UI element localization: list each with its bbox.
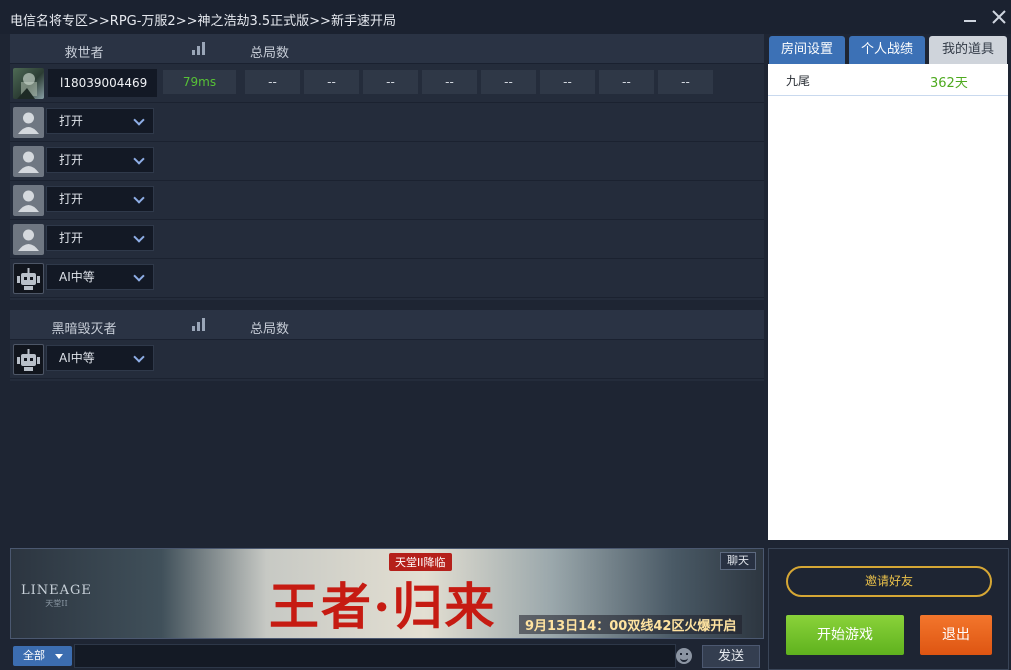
stat-cell: -- [599, 70, 654, 94]
action-panel: 邀请好友 开始游戏 退出 [768, 548, 1009, 670]
slot-select-value: 打开 [59, 114, 84, 128]
ai-level-select[interactable]: AI中等 [46, 345, 154, 371]
invite-friends-button[interactable]: 邀请好友 [786, 566, 992, 597]
chevron-down-icon [133, 227, 145, 249]
slot-select[interactable]: 打开 [46, 225, 154, 251]
empty-avatar-icon [13, 185, 44, 216]
slot-row: AI中等 [10, 340, 764, 379]
stat-cell: -- [540, 70, 595, 94]
slot-row: 打开 [10, 220, 764, 259]
player-row: l18039004469 79ms -- -- -- -- -- -- -- -… [10, 64, 764, 103]
tab-personal-record[interactable]: 个人战绩 [849, 36, 925, 64]
games-count-label: 总局数 [250, 322, 290, 337]
items-panel [768, 34, 1008, 540]
stat-cell: -- [481, 70, 536, 94]
team-panel-2: 黑暗毁灭者 总局数 AI中等 [10, 310, 764, 381]
item-name: 九尾 [786, 74, 811, 88]
caret-down-icon [55, 654, 63, 659]
team-header: 救世者 总局数 [10, 34, 764, 64]
stat-cell: -- [304, 70, 359, 94]
game-room-window: 电信名将专区>>RPG-万服2>>神之浩劫3.5正式版>>新手速开局 救世者 总… [0, 0, 1011, 670]
stat-cell: -- [658, 70, 713, 94]
slot-row: 打开 [10, 181, 764, 220]
player-name: l18039004469 [48, 69, 157, 97]
team-name: 黑暗毁灭者 [51, 322, 117, 337]
chevron-down-icon [133, 149, 145, 171]
ping-value: 79ms [163, 70, 236, 94]
team-panel-1: 救世者 总局数 l18039004469 79ms -- -- -- -- --… [10, 34, 764, 300]
empty-avatar-icon [13, 224, 44, 255]
chevron-down-icon [133, 188, 145, 210]
slot-row: AI中等 [10, 259, 764, 298]
team-header: 黑暗毁灭者 总局数 [10, 310, 764, 340]
banner-date: 9月13日14：00双线42区火爆开启 [519, 615, 743, 634]
minimize-icon[interactable] [959, 6, 981, 28]
chevron-down-icon [133, 266, 145, 288]
slot-row: 打开 [10, 103, 764, 142]
slot-select[interactable]: 打开 [46, 108, 154, 134]
slot-select-value: AI中等 [59, 270, 95, 284]
team-name: 救世者 [64, 46, 104, 61]
stat-cell: -- [363, 70, 418, 94]
quit-button[interactable]: 退出 [920, 615, 992, 655]
start-game-button[interactable]: 开始游戏 [786, 615, 904, 655]
chat-channel-select[interactable]: 全部 [13, 646, 72, 666]
right-tabs: 房间设置 个人战绩 我的道具 [768, 34, 1008, 64]
lineage-logo: LINEAGE 天堂II [21, 583, 92, 609]
robot-icon [13, 344, 44, 375]
slot-select[interactable]: 打开 [46, 186, 154, 212]
empty-avatar-icon [13, 146, 44, 177]
banner-brand-sub: 天堂II [45, 599, 68, 608]
tab-my-items[interactable]: 我的道具 [929, 36, 1007, 64]
breadcrumb: 电信名将专区>>RPG-万服2>>神之浩劫3.5正式版>>新手速开局 [10, 14, 396, 29]
list-item[interactable]: 九尾 362天 [768, 64, 1008, 96]
slot-select-value: AI中等 [59, 351, 95, 365]
avatar[interactable] [13, 68, 44, 99]
robot-icon [13, 263, 44, 294]
slot-select-value: 打开 [59, 192, 84, 206]
ad-banner[interactable]: LINEAGE 天堂II 天堂II降临 王者·归来 9月13日14：00双线42区… [10, 548, 764, 639]
item-days: 362天 [930, 76, 968, 91]
stat-cell: -- [422, 70, 477, 94]
chevron-down-icon [133, 347, 145, 369]
slot-select-value: 打开 [59, 231, 84, 245]
games-count-label: 总局数 [250, 46, 290, 61]
title-bar: 电信名将专区>>RPG-万服2>>神之浩劫3.5正式版>>新手速开局 [0, 0, 1011, 34]
tab-room-settings[interactable]: 房间设置 [769, 36, 845, 64]
chat-input[interactable] [74, 644, 676, 668]
close-icon[interactable] [988, 6, 1010, 28]
send-button[interactable]: 发送 [702, 645, 760, 668]
slot-select-value: 打开 [59, 153, 84, 167]
signal-icon [192, 318, 208, 331]
banner-brand: LINEAGE [21, 583, 92, 598]
emoji-icon[interactable] [676, 648, 692, 664]
slot-select[interactable]: 打开 [46, 147, 154, 173]
slot-row: 打开 [10, 142, 764, 181]
empty-avatar-icon [13, 107, 44, 138]
chat-channel-value: 全部 [23, 649, 45, 662]
chat-bar: 全部 发送 [10, 642, 764, 670]
ai-level-select[interactable]: AI中等 [46, 264, 154, 290]
signal-icon [192, 42, 208, 55]
chevron-down-icon [133, 110, 145, 132]
chat-toggle-button[interactable]: 聊天 [720, 552, 756, 570]
stat-cell: -- [245, 70, 300, 94]
banner-headline: 王者·归来 [269, 577, 497, 636]
